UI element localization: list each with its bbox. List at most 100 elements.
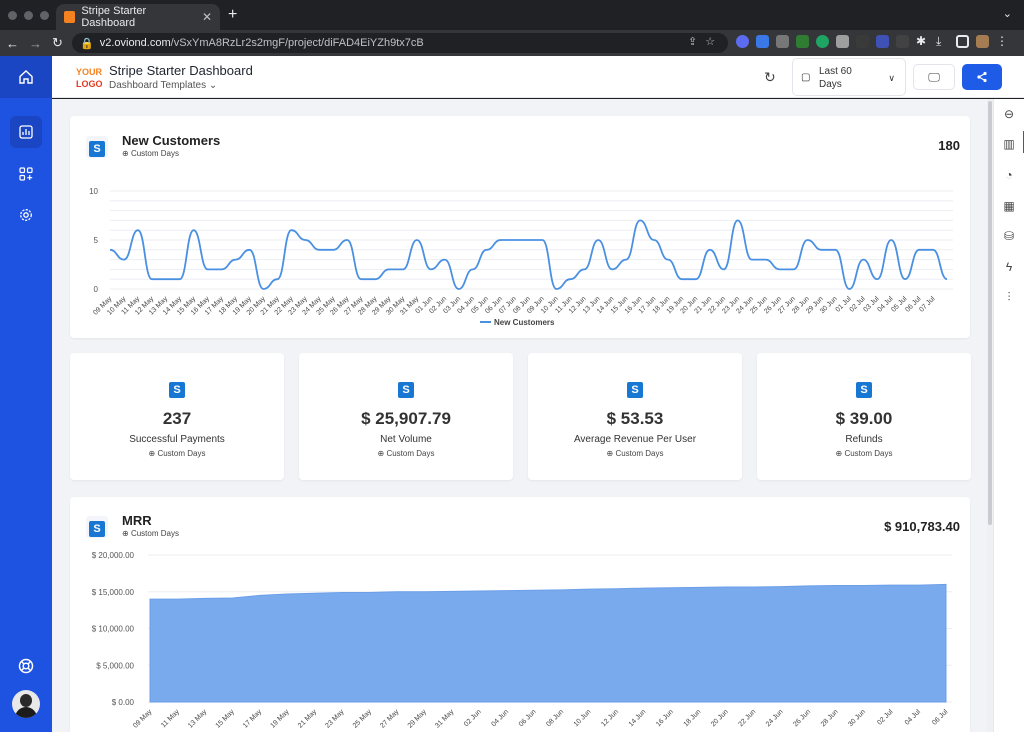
mrr-widget: S MRR ⊕ Custom Days $ 910,783.40 $ 0.00 $…: [70, 497, 970, 732]
reload-icon[interactable]: ↻: [52, 35, 63, 51]
download-icon[interactable]: ⤓: [936, 35, 949, 48]
apps-add-icon: [19, 167, 33, 181]
x-tick-label: 20 Jun: [710, 708, 730, 728]
help-nav-button[interactable]: [10, 650, 42, 682]
x-tick-label: 21 May: [297, 708, 319, 730]
sliders-icon[interactable]: ⫶: [1001, 289, 1017, 305]
x-tick-label: 02 Jun: [463, 708, 483, 728]
tab-bar: Stripe Starter Dashboard ✕ + ⌄: [0, 0, 1024, 30]
extension-icon[interactable]: [776, 35, 789, 48]
stripe-icon: S: [398, 382, 414, 398]
globe-icon: ⊕: [148, 449, 156, 458]
back-icon[interactable]: ←: [6, 36, 19, 51]
home-button[interactable]: [0, 56, 52, 98]
widgets-nav-button[interactable]: [10, 158, 42, 190]
tab-search-chevron-icon[interactable]: ⌄: [1003, 7, 1012, 20]
extension-icon[interactable]: [756, 35, 769, 48]
x-tick-label: 18 Jun: [683, 708, 703, 728]
extension-icon[interactable]: [836, 35, 849, 48]
extensions-bar: ✱ ⤓ ⋮: [736, 35, 1009, 48]
x-tick-label: 19 May: [269, 708, 291, 730]
stat-card-refunds: S $ 39.00 Refunds ⊕ Custom Days: [757, 353, 971, 480]
x-tick-label: 07 Jul: [918, 295, 936, 313]
settings-nav-button[interactable]: [10, 199, 42, 231]
url-path: /vSxYmA8RzLr2s2mgF/project/diFAD4EiYZh9t…: [170, 37, 424, 49]
home-icon: [19, 70, 33, 84]
extension-icon[interactable]: [876, 35, 889, 48]
stat-subtitle: ⊕ Custom Days: [299, 449, 513, 458]
extension-icon[interactable]: [736, 35, 749, 48]
y-tick-label: $ 20,000.00: [92, 551, 135, 560]
y-tick-label: $ 10,000.00: [92, 625, 135, 634]
share-icon: [977, 71, 987, 83]
stripe-icon: S: [169, 382, 185, 398]
browser-toolbar: ← → ↻ 🔒 v2.oviond.com/vSxYmA8RzLr2s2mgF/…: [0, 30, 1024, 56]
x-tick-label: 13 May: [187, 708, 209, 730]
dashboard-nav-button[interactable]: [10, 116, 42, 148]
bookmark-star-icon[interactable]: ☆: [705, 35, 715, 48]
grid-icon[interactable]: ▦: [1001, 198, 1017, 214]
y-tick-label: 10: [89, 187, 98, 196]
date-range-value: Last 60 Days: [819, 66, 852, 90]
forward-icon[interactable]: →: [29, 36, 42, 51]
pie-chart-icon[interactable]: ◔: [1001, 167, 1017, 183]
x-tick-label: 16 Jun: [655, 708, 675, 728]
sidepanel-icon[interactable]: [956, 35, 969, 48]
share-page-icon[interactable]: ⇪: [688, 35, 697, 48]
refresh-icon[interactable]: ↻: [764, 69, 776, 86]
legend-label: New Customers: [494, 318, 555, 327]
present-button[interactable]: 🖵: [913, 64, 955, 90]
app-header: YOUR LOGO Stripe Starter Dashboard Dashb…: [52, 56, 1024, 98]
stat-subtitle: ⊕ Custom Days: [70, 449, 284, 458]
x-tick-label: 04 Jul: [904, 708, 922, 726]
stat-subtitle: ⊕ Custom Days: [757, 449, 971, 458]
extension-icon[interactable]: [896, 35, 909, 48]
monitor-icon: 🖵: [928, 69, 940, 84]
profile-avatar[interactable]: [976, 35, 989, 48]
stat-card-arpu: S $ 53.53 Average Revenue Per User ⊕ Cus…: [528, 353, 742, 480]
bar-chart-icon[interactable]: ▥: [1001, 136, 1017, 152]
x-tick-label: 23 May: [324, 708, 346, 730]
new-tab-icon[interactable]: +: [228, 6, 237, 24]
logo-line-1: YOUR: [76, 67, 103, 77]
custom-days-label: Custom Days: [615, 449, 664, 458]
date-range-select[interactable]: ▢ Last 60 Days ∨: [792, 58, 906, 96]
mrr-area-chart: $ 0.00 $ 5,000.00 $ 10,000.00 $ 15,000.00 $ …: [92, 551, 952, 730]
globe-icon: ⊕: [606, 449, 614, 458]
database-icon[interactable]: ⛁: [1001, 228, 1017, 244]
left-sidebar: [0, 56, 52, 732]
x-tick-label: 06 Jun: [518, 708, 538, 728]
stat-value: $ 39.00: [835, 409, 893, 428]
new-customers-widget: S New Customers ⊕ Custom Days 180 0 5 10 09…: [70, 116, 970, 338]
x-tick-label: 08 Jun: [545, 708, 565, 728]
brand-logo: YOUR LOGO: [76, 66, 103, 90]
tab-close-icon[interactable]: ✕: [202, 10, 212, 24]
share-button[interactable]: [962, 64, 1002, 90]
globe-icon: ⊕: [377, 449, 385, 458]
dashboard-templates-dropdown[interactable]: Dashboard Templates ⌄: [109, 80, 217, 91]
lifebuoy-icon: [18, 658, 34, 674]
x-tick-label: 09 May: [132, 708, 154, 730]
y-tick-label: $ 15,000.00: [92, 588, 135, 597]
scrollbar-thumb[interactable]: [988, 101, 992, 525]
omnibox-actions: ⇪ ☆: [688, 35, 715, 48]
calendar-icon: ▢: [801, 72, 811, 83]
user-avatar[interactable]: [12, 690, 40, 718]
browser-tab[interactable]: Stripe Starter Dashboard ✕: [56, 4, 220, 30]
globe-icon: ⊕: [835, 449, 843, 458]
extension-icon[interactable]: [796, 35, 809, 48]
menu-kebab-icon[interactable]: ⋮: [996, 35, 1009, 48]
extension-icon[interactable]: [816, 35, 829, 48]
x-tick-label: 25 May: [352, 708, 374, 730]
x-tick-label: 02 Jul: [876, 708, 894, 726]
collapse-left-icon[interactable]: ⊖: [1001, 106, 1017, 122]
stat-subtitle: ⊕ Custom Days: [528, 449, 742, 458]
x-tick-label: 28 Jun: [820, 708, 840, 728]
stat-label: Net Volume: [380, 434, 432, 445]
address-bar[interactable]: 🔒 v2.oviond.com/vSxYmA8RzLr2s2mgF/projec…: [72, 33, 728, 53]
puzzle-extensions-icon[interactable]: ✱: [916, 35, 929, 48]
lightning-icon[interactable]: ϟ: [1001, 259, 1017, 275]
window-controls[interactable]: [8, 11, 49, 20]
page-title: Stripe Starter Dashboard: [109, 63, 253, 78]
extension-icon[interactable]: [856, 35, 869, 48]
